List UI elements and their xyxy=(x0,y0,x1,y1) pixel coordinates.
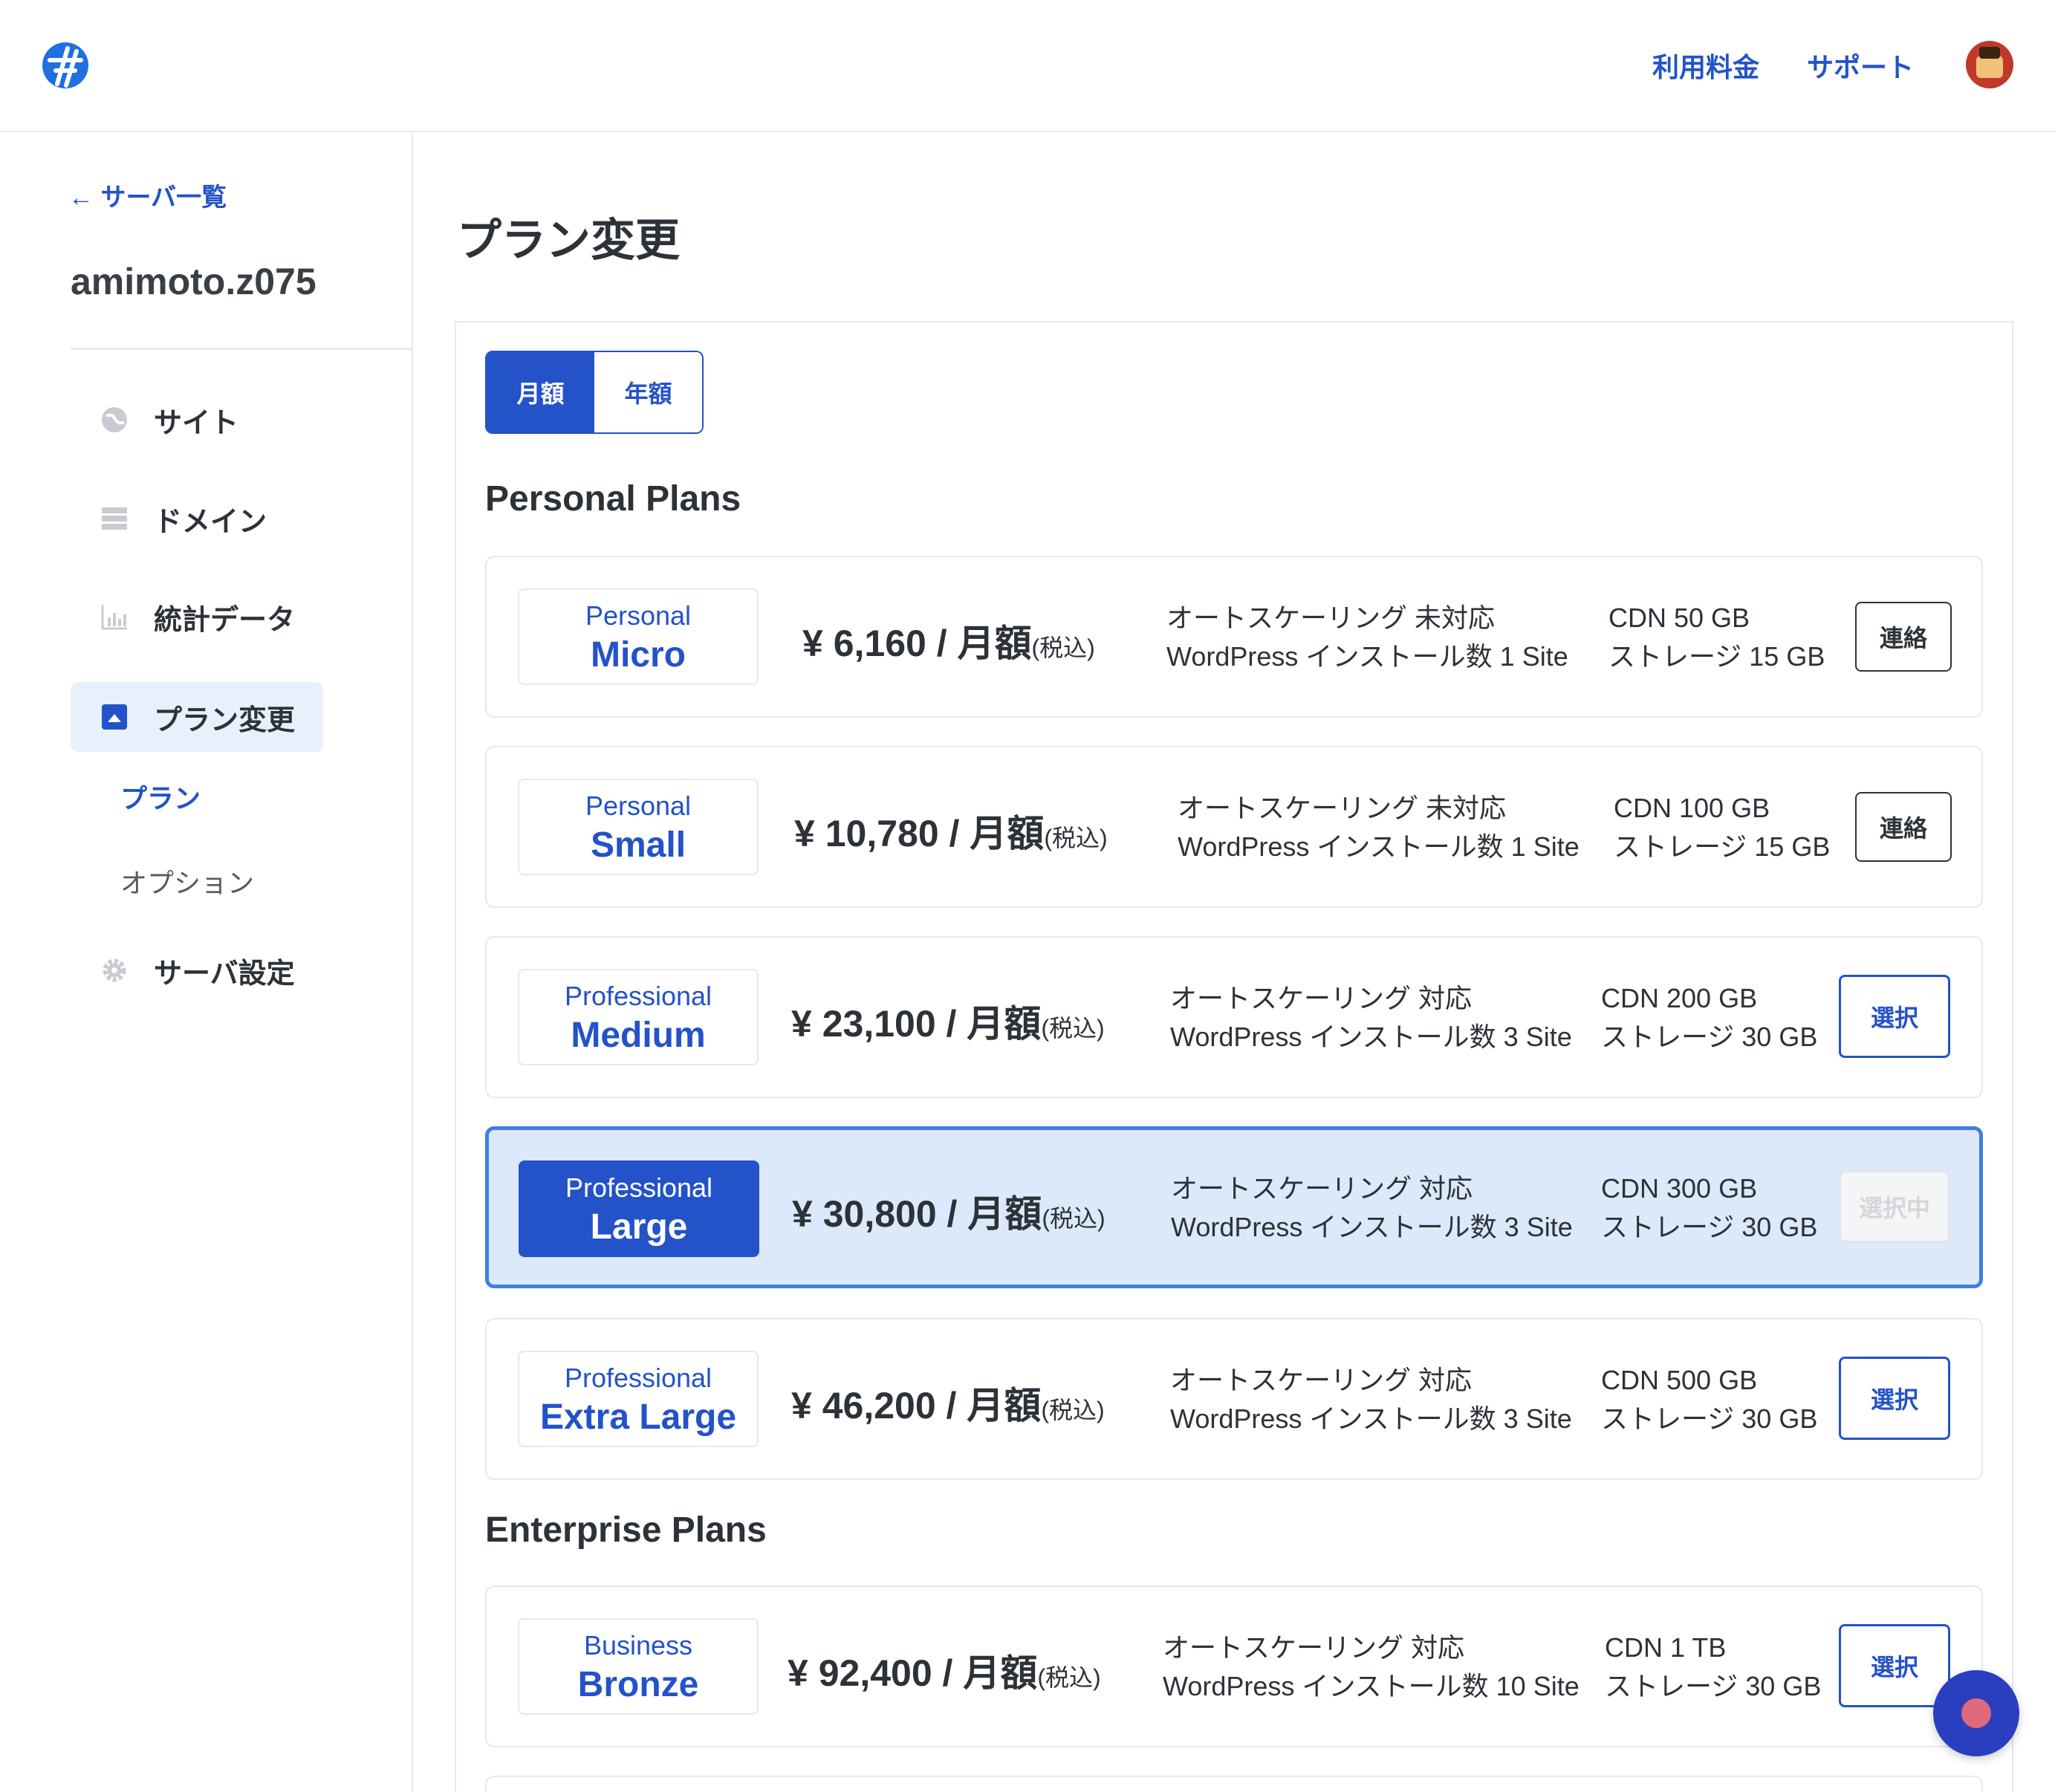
select-button[interactable]: 選択 xyxy=(1839,1624,1950,1707)
current-plan-button: 選択中 xyxy=(1840,1171,1950,1242)
plan-price: ¥ 30,800 / 月額(税込) xyxy=(792,1193,1106,1235)
section-enterprise-plans: Enterprise Plans xyxy=(485,1510,767,1550)
plan-size: Bronze xyxy=(577,1665,699,1704)
plan-size: Micro xyxy=(590,635,686,675)
plan-features: オートスケーリング 対応 WordPress インストール数 3 Site xyxy=(1170,1365,1572,1434)
chat-icon xyxy=(1961,1698,1991,1728)
section-personal-plans: Personal Plans xyxy=(485,479,741,519)
sidebar-item-stats[interactable]: 統計データ xyxy=(71,582,295,652)
billing-toggle: 月額 年額 xyxy=(485,351,704,434)
plan-features: オートスケーリング 対応 WordPress インストール数 10 Site xyxy=(1163,1632,1580,1701)
sidebar-sub-options[interactable]: オプション xyxy=(120,862,254,900)
plan-tier: Personal xyxy=(585,600,692,631)
plan-size: Large xyxy=(590,1207,688,1247)
plan-card-micro: Personal Micro ¥ 6,160 / 月額(税込) オートスケーリン… xyxy=(485,556,1983,718)
toggle-monthly[interactable]: 月額 xyxy=(487,352,594,432)
sidebar-item-label: サーバ設定 xyxy=(154,958,295,990)
nav-pricing-link[interactable]: 利用料金 xyxy=(1652,46,1759,85)
plan-card-next xyxy=(485,1776,1983,1792)
sidebar-item-label: ドメイン xyxy=(154,506,267,538)
plan-price: ¥ 23,100 / 月額(税込) xyxy=(791,1003,1105,1045)
plan-features: オートスケーリング 未対応 WordPress インストール数 1 Site xyxy=(1178,793,1580,862)
plan-capacity: CDN 200 GB ストレージ 30 GB xyxy=(1601,983,1818,1052)
plan-badge: Business Bronze xyxy=(518,1618,759,1715)
plan-badge: Personal Micro xyxy=(518,588,759,685)
sidebar-item-domains[interactable]: ドメイン xyxy=(71,484,267,553)
back-to-servers-link[interactable]: ← サーバ一覧 xyxy=(68,177,227,213)
server-name: amimoto.z075 xyxy=(71,261,316,302)
plan-capacity: CDN 500 GB ストレージ 30 GB xyxy=(1601,1365,1818,1434)
plan-tier: Business xyxy=(583,1630,693,1660)
plan-badge: Personal Small xyxy=(518,779,759,875)
plan-tier: Personal xyxy=(585,791,692,821)
plan-card-bronze: Business Bronze ¥ 92,400 / 月額(税込) オートスケー… xyxy=(485,1585,1983,1747)
globe-icon xyxy=(100,406,129,434)
plan-tier: Professional xyxy=(565,1172,713,1203)
sidebar-sub-plan[interactable]: プラン xyxy=(120,777,201,816)
plan-badge: Professional Large xyxy=(519,1160,759,1257)
contact-button[interactable]: 連絡 xyxy=(1855,602,1952,672)
user-avatar[interactable] xyxy=(1966,41,2013,88)
plan-size: Medium xyxy=(571,1016,706,1055)
sidebar: ← サーバ一覧 amimoto.z075 サイト ドメイン 統計データ プラン変… xyxy=(0,134,413,1792)
plan-card-extra-large: Professional Extra Large ¥ 46,200 / 月額(税… xyxy=(485,1318,1983,1480)
select-button[interactable]: 選択 xyxy=(1839,1357,1950,1440)
server-icon xyxy=(100,504,129,533)
plan-badge: Professional Extra Large xyxy=(518,1351,759,1447)
app-logo-icon[interactable] xyxy=(41,41,90,90)
plan-price: ¥ 92,400 / 月額(税込) xyxy=(788,1652,1101,1694)
square-up-icon xyxy=(100,703,129,731)
nav-support-link[interactable]: サポート xyxy=(1807,46,1914,85)
sidebar-item-server-settings[interactable]: サーバ設定 xyxy=(71,935,295,1005)
plan-capacity: CDN 50 GB ストレージ 15 GB xyxy=(1608,603,1825,672)
plan-capacity: CDN 1 TB ストレージ 30 GB xyxy=(1605,1632,1822,1701)
toggle-yearly[interactable]: 年額 xyxy=(594,352,702,432)
plan-size: Small xyxy=(590,825,686,865)
contact-button[interactable]: 連絡 xyxy=(1855,792,1952,862)
plan-badge: Professional Medium xyxy=(518,969,759,1065)
chat-button[interactable] xyxy=(1933,1670,2019,1756)
plan-capacity: CDN 300 GB ストレージ 30 GB xyxy=(1601,1173,1818,1242)
select-button[interactable]: 選択 xyxy=(1839,975,1950,1058)
bar-chart-icon xyxy=(100,603,129,631)
sidebar-divider xyxy=(71,348,413,350)
sidebar-item-plan-change[interactable]: プラン変更 xyxy=(71,682,323,752)
plan-features: オートスケーリング 対応 WordPress インストール数 3 Site xyxy=(1170,983,1572,1052)
plan-features: オートスケーリング 未対応 WordPress インストール数 1 Site xyxy=(1166,603,1568,672)
plan-price: ¥ 10,780 / 月額(税込) xyxy=(794,813,1108,854)
top-header: 利用料金 サポート xyxy=(0,0,2055,132)
plan-price: ¥ 46,200 / 月額(税込) xyxy=(791,1385,1105,1426)
plan-features: オートスケーリング 対応 WordPress インストール数 3 Site xyxy=(1171,1173,1573,1242)
sidebar-item-label: 統計データ xyxy=(154,604,296,636)
gear-icon xyxy=(100,956,129,984)
plan-price: ¥ 6,160 / 月額(税込) xyxy=(802,623,1095,664)
page-title: プラン変更 xyxy=(457,215,680,265)
plan-card-large: Professional Large ¥ 30,800 / 月額(税込) オート… xyxy=(485,1126,1983,1288)
plan-tier: Professional xyxy=(564,981,712,1011)
sidebar-item-label: プラン変更 xyxy=(154,704,296,736)
plan-card-small: Personal Small ¥ 10,780 / 月額(税込) オートスケーリ… xyxy=(485,746,1983,908)
plan-capacity: CDN 100 GB ストレージ 15 GB xyxy=(1614,793,1831,862)
sidebar-item-label: サイト xyxy=(154,407,239,439)
plan-tier: Professional xyxy=(564,1363,712,1393)
plan-card-medium: Professional Medium ¥ 23,100 / 月額(税込) オー… xyxy=(485,936,1983,1098)
sidebar-item-sites[interactable]: サイト xyxy=(71,385,238,455)
plan-size: Extra Large xyxy=(539,1397,737,1437)
